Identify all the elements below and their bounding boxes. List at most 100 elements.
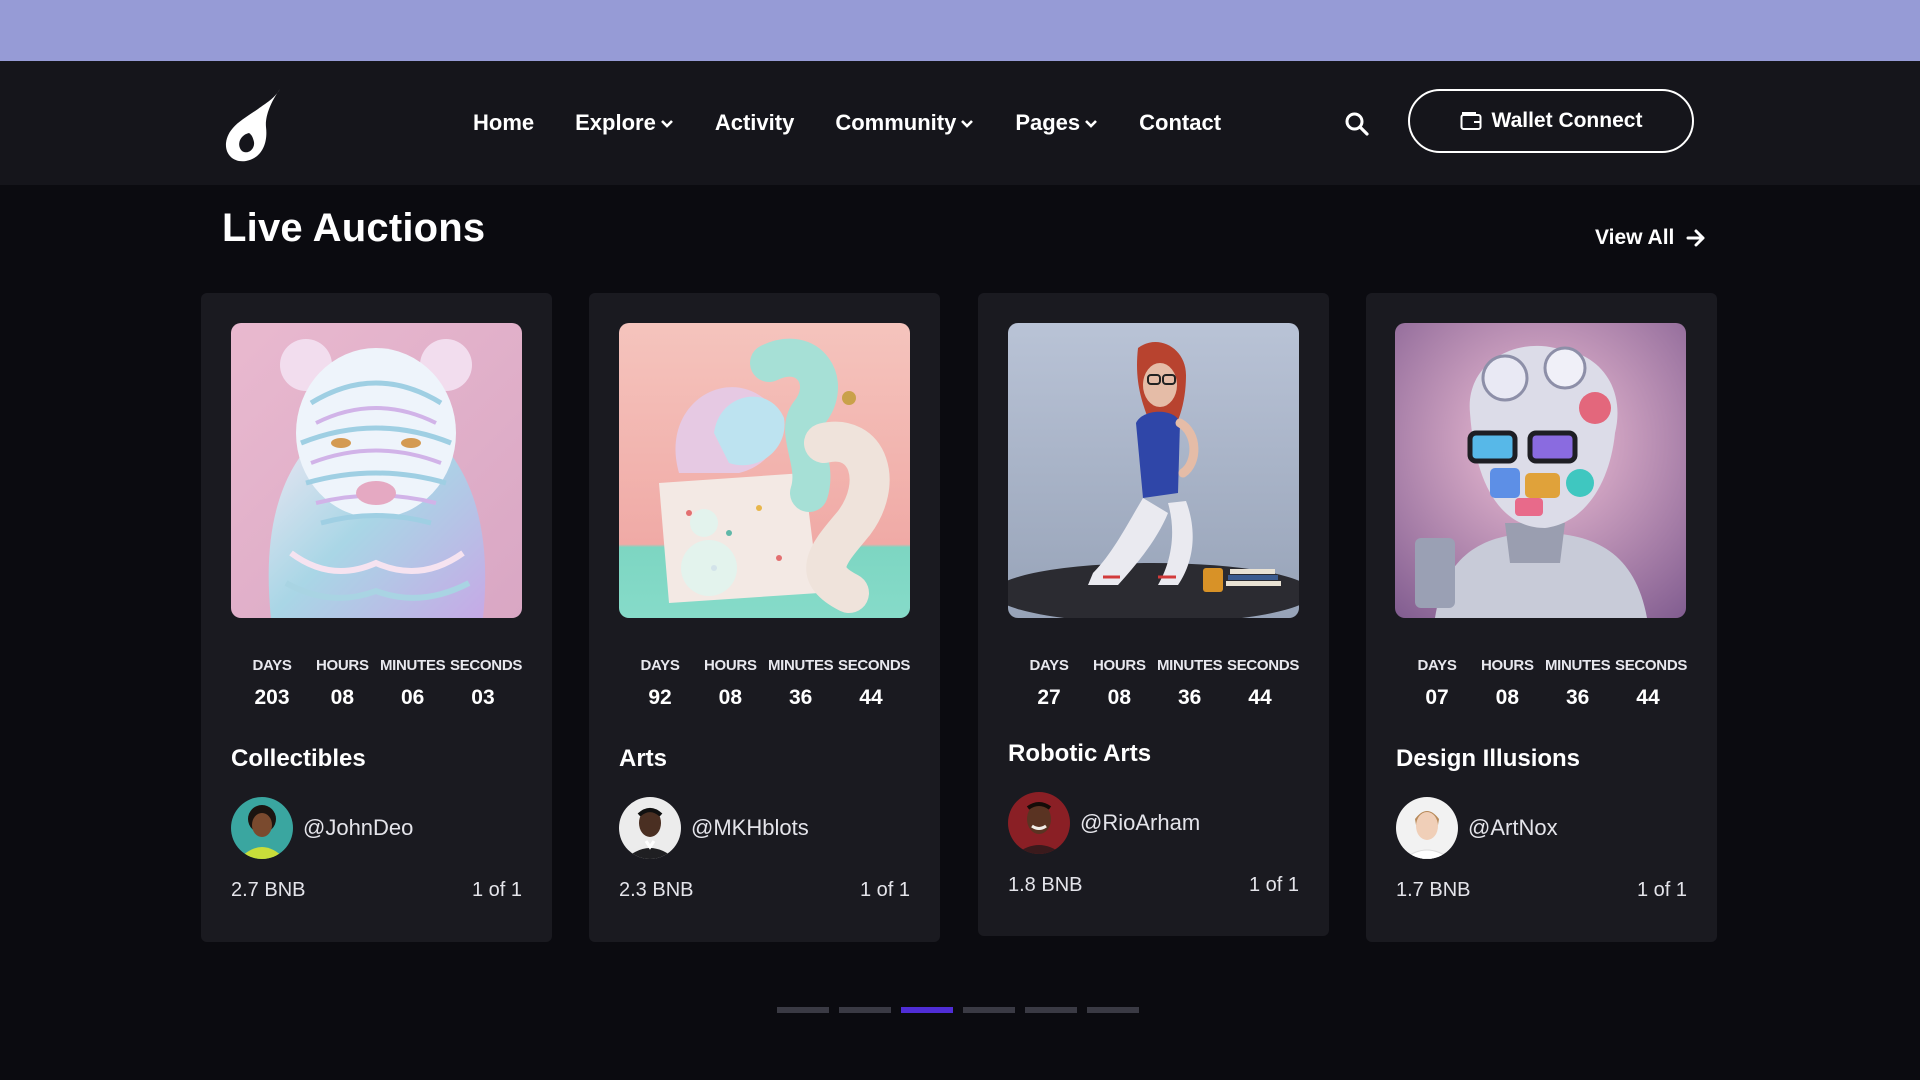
card-title[interactable]: Design Illusions [1396, 745, 1580, 773]
timer-label-hours: HOURS [1092, 657, 1146, 674]
nav-contact[interactable]: Contact [1139, 110, 1221, 136]
edition-count: 1 of 1 [1248, 874, 1299, 896]
nav-home[interactable]: Home [473, 110, 534, 136]
timer-label-minutes: MINUTES [1544, 657, 1611, 674]
timer-label-hours: HOURS [315, 657, 369, 674]
timer-seconds: 44 [1636, 686, 1660, 709]
wallet-icon [1460, 112, 1482, 130]
nav-explore[interactable]: Explore [575, 110, 674, 136]
auction-card[interactable]: DAYS HOURS MINUTES SECONDS 07 08 36 44 D… [1366, 293, 1717, 942]
edition-count: 1 of 1 [859, 879, 910, 901]
timer-label-minutes: MINUTES [1156, 657, 1223, 674]
timer-hours: 08 [330, 686, 354, 709]
timer-seconds: 03 [471, 686, 495, 709]
artwork-image[interactable] [1008, 323, 1299, 618]
owner-name: @ArtNox [1468, 815, 1558, 840]
chevron-down-icon [961, 120, 974, 128]
artwork-image[interactable] [619, 323, 910, 618]
price: 1.8 BNB [1008, 874, 1083, 896]
timer-label-hours: HOURS [703, 657, 757, 674]
edition-count: 1 of 1 [471, 879, 522, 901]
pagination-dot[interactable] [839, 1007, 891, 1013]
pagination-dot[interactable] [963, 1007, 1015, 1013]
navbar: Home Explore Activity Community Pages Co… [0, 61, 1920, 185]
timer-label-seconds: SECONDS [837, 657, 911, 674]
timer-label-days: DAYS [1417, 657, 1457, 674]
pagination-dot[interactable] [777, 1007, 829, 1013]
chevron-down-icon [660, 120, 673, 128]
artwork-image[interactable] [231, 323, 522, 618]
timer-days: 27 [1037, 686, 1061, 709]
logo-icon[interactable] [218, 87, 284, 163]
timer-minutes: 36 [1177, 686, 1202, 709]
carousel-pagination [777, 1007, 1149, 1013]
chevron-down-icon [1085, 120, 1098, 128]
auction-card[interactable]: DAYS HOURS MINUTES SECONDS 203 08 06 03 … [201, 293, 552, 942]
timer-label-seconds: SECONDS [449, 657, 523, 674]
arrow-right-icon [1686, 229, 1705, 247]
pagination-dot[interactable] [1087, 1007, 1139, 1013]
artwork-image[interactable] [1395, 323, 1686, 618]
top-band [0, 0, 1920, 61]
timer-label-seconds: SECONDS [1614, 657, 1688, 674]
countdown-timer: DAYS HOURS MINUTES SECONDS 27 08 36 44 [1008, 657, 1299, 710]
timer-label-seconds: SECONDS [1226, 657, 1300, 674]
timer-hours: 08 [1107, 686, 1131, 709]
timer-label-minutes: MINUTES [767, 657, 834, 674]
nav-activity[interactable]: Activity [715, 110, 794, 136]
edition-count: 1 of 1 [1636, 879, 1687, 901]
wallet-connect-button[interactable]: Wallet Connect [1408, 89, 1694, 153]
countdown-timer: DAYS HOURS MINUTES SECONDS 92 08 36 44 [619, 657, 910, 710]
avatar [1008, 792, 1070, 854]
price: 1.7 BNB [1396, 879, 1471, 901]
timer-days: 07 [1425, 686, 1449, 709]
auction-card[interactable]: DAYS HOURS MINUTES SECONDS 27 08 36 44 R… [978, 293, 1329, 936]
search-icon[interactable] [1344, 111, 1370, 137]
timer-days: 92 [648, 686, 672, 709]
timer-hours: 08 [718, 686, 742, 709]
owner-link[interactable]: @RioArham [1008, 792, 1200, 854]
nav-activity-label: Activity [714, 110, 795, 135]
nav-community-label: Community [835, 110, 957, 135]
owner-name: @RioArham [1080, 810, 1201, 835]
wallet-connect-label: Wallet Connect [1491, 109, 1643, 132]
pagination-dot-active[interactable] [901, 1007, 953, 1013]
timer-minutes: 06 [400, 686, 425, 709]
nav-pages[interactable]: Pages [1015, 110, 1098, 136]
timer-days: 203 [254, 686, 290, 709]
owner-link[interactable]: @ArtNox [1396, 797, 1558, 859]
timer-label-days: DAYS [640, 657, 680, 674]
avatar [1396, 797, 1458, 859]
view-all-link[interactable]: View All [1595, 226, 1706, 250]
price: 2.3 BNB [619, 879, 694, 901]
owner-name: @JohnDeo [303, 815, 414, 840]
countdown-timer: DAYS HOURS MINUTES SECONDS 07 08 36 44 [1396, 657, 1687, 710]
card-title[interactable]: Robotic Arts [1008, 740, 1151, 768]
nav-community[interactable]: Community [835, 110, 974, 136]
nav-home-label: Home [473, 110, 535, 135]
pagination-dot[interactable] [1025, 1007, 1077, 1013]
timer-hours: 08 [1495, 686, 1519, 709]
nav-contact-label: Contact [1139, 110, 1222, 135]
card-title[interactable]: Collectibles [231, 745, 366, 773]
timer-label-days: DAYS [252, 657, 292, 674]
timer-label-hours: HOURS [1480, 657, 1534, 674]
section-title: Live Auctions [222, 206, 486, 250]
owner-link[interactable]: @MKHblots [619, 797, 809, 859]
timer-label-minutes: MINUTES [379, 657, 446, 674]
main-nav: Home Explore Activity Community Pages Co… [473, 61, 1262, 185]
price: 2.7 BNB [231, 879, 306, 901]
view-all-label: View All [1595, 226, 1675, 249]
timer-minutes: 36 [1565, 686, 1590, 709]
timer-seconds: 44 [859, 686, 883, 709]
timer-minutes: 36 [788, 686, 813, 709]
card-title[interactable]: Arts [619, 745, 667, 773]
nav-pages-label: Pages [1015, 110, 1081, 135]
countdown-timer: DAYS HOURS MINUTES SECONDS 203 08 06 03 [231, 657, 522, 710]
auction-card[interactable]: DAYS HOURS MINUTES SECONDS 92 08 36 44 A… [589, 293, 940, 942]
avatar [231, 797, 293, 859]
owner-link[interactable]: @JohnDeo [231, 797, 413, 859]
nav-explore-label: Explore [575, 110, 656, 135]
timer-label-days: DAYS [1029, 657, 1069, 674]
avatar [619, 797, 681, 859]
